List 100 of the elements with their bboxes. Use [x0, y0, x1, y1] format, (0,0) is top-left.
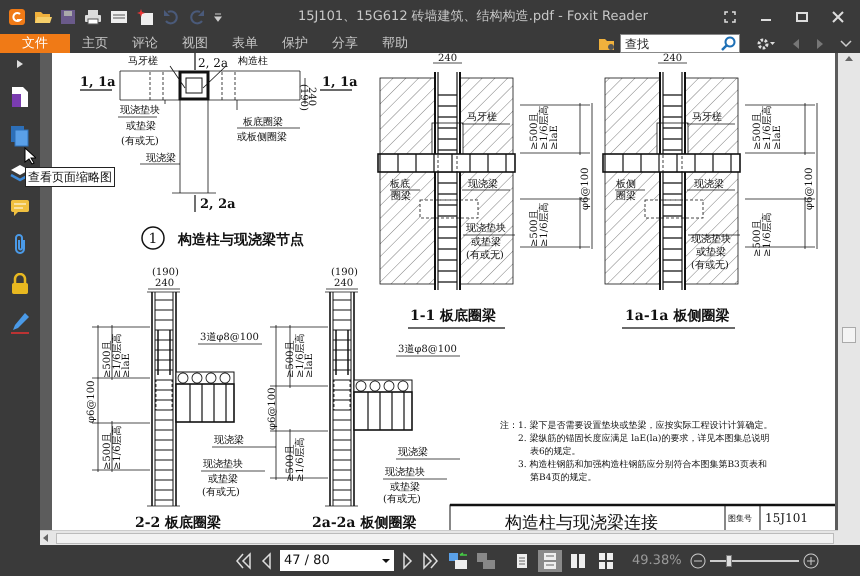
drawing-label: ≥1/6层高 — [539, 106, 550, 150]
drawing-label: 现浇垫块 — [203, 459, 243, 470]
folder-icon[interactable] — [34, 9, 52, 25]
drawing-label: 或垫梁 — [390, 482, 420, 493]
drawing-caption: 构造柱与现浇梁节点 — [178, 232, 304, 248]
drawing-label: (190) — [331, 267, 358, 278]
zoom-in-icon[interactable] — [802, 552, 819, 568]
drawing-label: 2, 2a — [198, 56, 228, 70]
dropdown-caret-icon[interactable] — [382, 558, 390, 564]
detail-number: 1 — [148, 231, 158, 247]
menu-tab[interactable]: 表单 — [220, 34, 270, 53]
page-number-field[interactable]: 47 / 80 — [280, 550, 394, 571]
left-arrow-icon[interactable] — [792, 38, 800, 50]
drawing-label: 板侧 — [616, 179, 636, 190]
drawing-label: (有或无) — [691, 260, 729, 271]
drawing-label: ≥1/6层高 — [539, 202, 550, 247]
drawing-label: ≥500且 — [102, 432, 113, 470]
settings-icon[interactable] — [756, 36, 776, 50]
drawing-caption: 2-2 板底圈梁 — [135, 515, 222, 530]
comment-icon[interactable] — [10, 199, 30, 217]
drawing-label: 240 — [155, 278, 174, 289]
drawing-caption: 1a-1a 板侧圈梁 — [625, 308, 730, 324]
drawing-label: 或垫梁 — [208, 474, 238, 485]
drawing-label: φ6@100 — [804, 168, 815, 210]
continuous-page-icon[interactable] — [543, 552, 557, 568]
drawing-label: ≥1/6层高 — [762, 212, 773, 257]
drawing-label: 240 — [438, 53, 458, 64]
next-page-icon[interactable] — [402, 552, 414, 570]
scrollbar-thumb[interactable] — [842, 327, 856, 343]
printer-icon[interactable] — [84, 9, 102, 25]
facing-page-icon[interactable] — [570, 552, 586, 568]
drawing-label: 现浇梁 — [398, 447, 428, 458]
last-page-icon[interactable] — [422, 552, 440, 570]
maximize-icon[interactable] — [796, 11, 808, 23]
previous-view-icon[interactable] — [448, 552, 468, 570]
drawing-number: 15J101 — [765, 511, 808, 525]
drawing-label: ≥laE — [121, 353, 132, 378]
drawing-label: (有或无) — [466, 250, 504, 261]
pages-icon[interactable] — [10, 125, 30, 147]
note-text: 2. 梁纵筋的锚固长度应满足 laE(la)的要求，详见本图集总说明 — [518, 434, 770, 444]
drawing-label: 现浇垫块 — [385, 467, 425, 478]
drawing-label: ≥500且 — [285, 340, 296, 378]
drawing-label: (190) — [298, 84, 309, 111]
drawing-label: ≥500且 — [752, 220, 763, 257]
drawing-label: 2, 2a — [200, 197, 236, 212]
drawing-label: ≥500且 — [102, 340, 113, 378]
drawing-label: (有或无) — [202, 487, 240, 498]
search-box[interactable]: 查找 — [620, 34, 740, 53]
app-logo-icon[interactable] — [8, 8, 26, 26]
menu-tab[interactable]: 帮助 — [370, 34, 420, 53]
fullscreen-icon[interactable] — [724, 11, 736, 23]
drawing-label: 圈梁 — [391, 191, 411, 202]
drawing-label: 或垫梁 — [696, 247, 726, 258]
drawing-label: 板底 — [390, 179, 410, 190]
scrollbar-thumb[interactable] — [56, 532, 834, 544]
chevron-down-icon[interactable] — [840, 40, 852, 48]
slider-thumb[interactable] — [726, 554, 732, 566]
new-document-icon[interactable] — [136, 8, 154, 26]
single-page-icon[interactable] — [516, 552, 528, 568]
menu-tab[interactable]: 评论 — [120, 34, 170, 53]
menu-tab[interactable]: 分享 — [320, 34, 370, 53]
expand-arrow-icon[interactable] — [16, 59, 24, 69]
drawing-label: 现浇梁 — [146, 153, 176, 164]
menu-tab[interactable]: 主页 — [70, 34, 120, 53]
page-icon[interactable] — [11, 86, 29, 108]
drawing-label: 构造柱 — [238, 56, 268, 67]
drawing-label: (190) — [152, 267, 179, 278]
drawing-caption: 2a-2a 板侧圈梁 — [312, 515, 416, 530]
zoom-slider[interactable] — [710, 554, 799, 566]
drawing-label: 240 — [334, 278, 354, 289]
drawing-label: φ6@100 — [86, 380, 97, 423]
note-text: 注：1. 梁下是否需要设置垫块或垫梁，应按实际工程设计计算确定。 — [500, 421, 772, 431]
caret-icon[interactable] — [214, 12, 222, 22]
pen-icon[interactable] — [10, 312, 30, 334]
drawing-label: 1, 1a — [80, 75, 116, 90]
view-mode-button[interactable] — [538, 550, 562, 572]
menu-tab[interactable]: 保护 — [270, 34, 320, 53]
drawing-label: 现浇垫块 — [466, 223, 506, 234]
drawing-label: 板底圈梁 — [243, 117, 283, 128]
drawing-label: (有或无) — [121, 136, 159, 147]
search-icon[interactable] — [721, 36, 736, 51]
next-view-icon[interactable] — [476, 552, 496, 570]
paperclip-icon[interactable] — [12, 234, 28, 256]
menu-tab[interactable]: 视图 — [170, 34, 220, 53]
right-arrow-icon[interactable] — [816, 38, 824, 50]
drawing-label: 现浇垫块 — [691, 234, 731, 245]
drawing-label: ≥500且 — [529, 210, 540, 247]
tooltip: 查看页面缩略图 — [25, 167, 115, 187]
continuous-facing-page-icon[interactable] — [598, 552, 614, 568]
close-icon[interactable] — [832, 11, 844, 23]
detail-number-circle — [141, 226, 165, 250]
first-page-icon[interactable] — [234, 552, 252, 570]
drawing-label: 马牙槎 — [467, 112, 497, 123]
drawing-label: 圈梁 — [616, 191, 636, 202]
zoom-out-icon[interactable] — [690, 552, 706, 568]
previous-page-icon[interactable] — [260, 552, 272, 570]
lock-icon[interactable] — [11, 273, 29, 295]
envelope-icon[interactable] — [110, 10, 128, 24]
note-text: 表6的规定。 — [530, 447, 581, 457]
save-icon[interactable] — [60, 9, 76, 25]
